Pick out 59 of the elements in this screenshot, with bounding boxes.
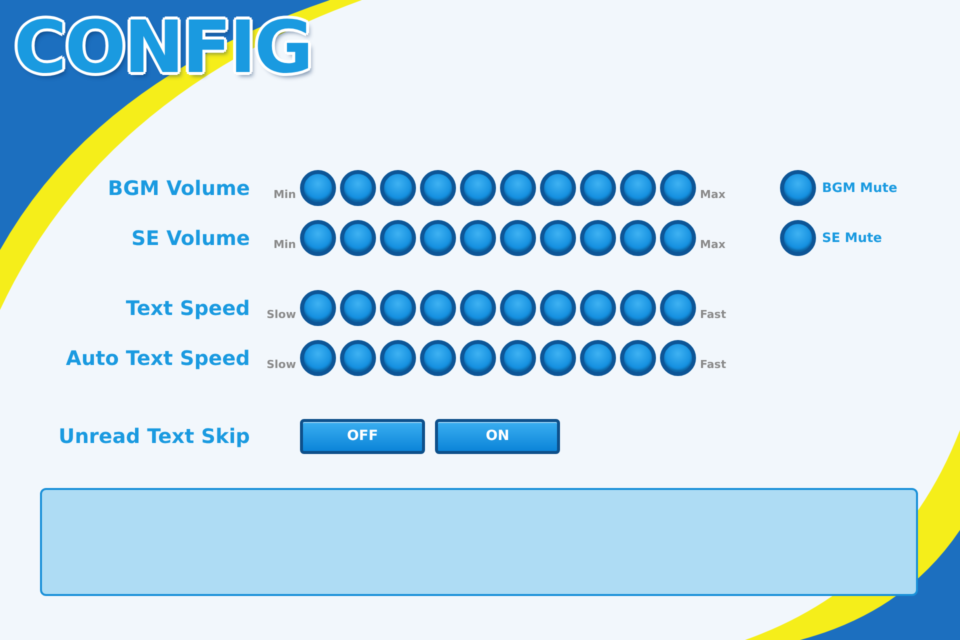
scale-dot[interactable] — [540, 340, 576, 376]
scale-max-label: Max — [699, 186, 726, 200]
scale-dot[interactable] — [580, 340, 616, 376]
scale-dot[interactable] — [500, 290, 536, 326]
scale-dot[interactable] — [620, 290, 656, 326]
setting-label: Unread Text Skip — [57, 424, 250, 448]
scale-dot[interactable] — [380, 340, 416, 376]
scale-max-label: Max — [699, 236, 726, 250]
scale-dot[interactable] — [300, 170, 336, 206]
scale-dot[interactable] — [620, 220, 656, 256]
scale-dot[interactable] — [300, 220, 336, 256]
toggle-button[interactable]: ON — [435, 418, 560, 454]
scale-max-label: Fast — [699, 306, 728, 320]
scale-max-label: Fast — [699, 356, 728, 370]
scale-dot[interactable] — [620, 340, 656, 376]
scale-dot[interactable] — [660, 340, 696, 376]
scale-dot[interactable] — [660, 170, 696, 206]
scale-dot[interactable] — [420, 290, 456, 326]
scale-dot[interactable] — [540, 170, 576, 206]
mute-label: BGM Mute — [822, 180, 898, 196]
scale-dot[interactable] — [460, 170, 496, 206]
scale-dot[interactable] — [500, 170, 536, 206]
scale-dot[interactable] — [300, 340, 336, 376]
scale-dot[interactable] — [460, 340, 496, 376]
setting-label: Auto Text Speed — [64, 346, 250, 370]
scale-dot[interactable] — [540, 220, 576, 256]
scale-dot[interactable] — [580, 290, 616, 326]
scale-dot[interactable] — [340, 170, 376, 206]
scale-dot[interactable] — [420, 170, 456, 206]
mute-toggle[interactable] — [780, 170, 816, 206]
scale-dot[interactable] — [580, 170, 616, 206]
scale-dot[interactable] — [380, 290, 416, 326]
scale-dot[interactable] — [300, 290, 336, 326]
scale-dot[interactable] — [340, 340, 376, 376]
scale-min-label: Min — [272, 236, 297, 250]
setting-label: Text Speed — [124, 296, 250, 320]
scale-min-label: Slow — [266, 356, 297, 370]
scale-dot[interactable] — [540, 290, 576, 326]
scale-dot[interactable] — [500, 220, 536, 256]
scale-dot[interactable] — [620, 170, 656, 206]
scale-dot[interactable] — [380, 170, 416, 206]
scale-min-label: Min — [272, 186, 297, 200]
scale-dot[interactable] — [660, 290, 696, 326]
scale-dot[interactable] — [380, 220, 416, 256]
mute-toggle[interactable] — [780, 220, 816, 256]
scale-dot[interactable] — [460, 220, 496, 256]
scale-dot[interactable] — [340, 220, 376, 256]
scale-dot[interactable] — [660, 220, 696, 256]
toggle-button[interactable]: OFF — [300, 418, 425, 454]
scale-dot[interactable] — [460, 290, 496, 326]
scale-dot[interactable] — [420, 340, 456, 376]
scale-min-label: Slow — [266, 306, 297, 320]
scale-dot[interactable] — [500, 340, 536, 376]
scale-dot[interactable] — [580, 220, 616, 256]
scale-dot[interactable] — [420, 220, 456, 256]
setting-label: SE Volume — [130, 226, 250, 250]
mute-label: SE Mute — [822, 230, 882, 246]
scale-dot[interactable] — [340, 290, 376, 326]
setting-label: BGM Volume — [106, 176, 250, 200]
